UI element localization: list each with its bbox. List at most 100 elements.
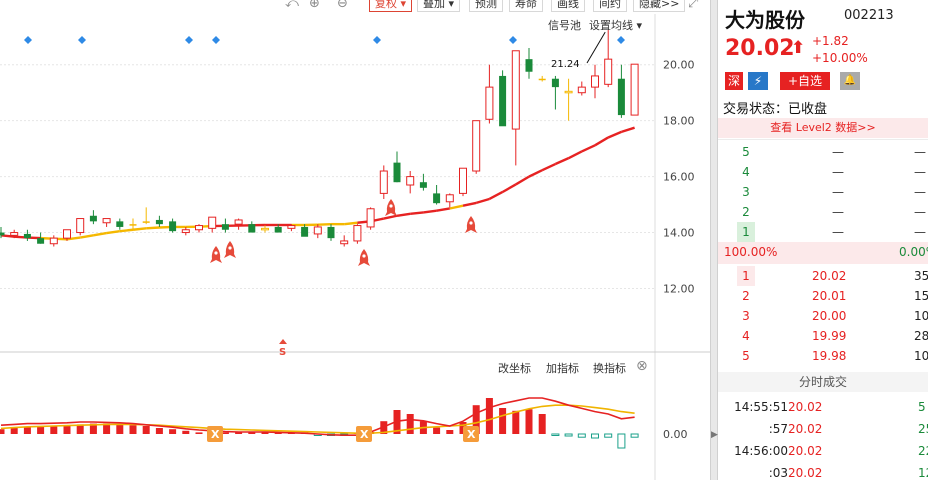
switch-indicator-link[interactable]: 换指标 — [593, 360, 626, 376]
candle-body — [76, 218, 85, 234]
sell-volume: — — [914, 225, 926, 239]
zoom-in-icon[interactable]: ⊕ — [309, 0, 320, 12]
buy-row: 2 20.01 157 — [718, 286, 928, 306]
buy-row: 4 19.99 28 — [718, 326, 928, 346]
sell-row: 1 — — — [718, 222, 928, 242]
ma-line-segment — [79, 234, 94, 239]
add-watchlist-button[interactable]: +自选 — [780, 72, 830, 90]
forecast-button[interactable]: 预测 — [469, 0, 503, 12]
ma-line-segment — [423, 209, 437, 214]
ma-line-segment — [119, 228, 134, 233]
ma-line-segment — [541, 162, 556, 172]
candle-body — [406, 176, 415, 186]
rocket-window — [214, 251, 218, 255]
sell-volume: — — [914, 165, 926, 179]
macd-bar — [617, 433, 626, 449]
candle-body — [155, 219, 163, 225]
kline-chart[interactable]: 20.00 18.00 16.00 14.00 12.00 21.24 S 0.00 X X X — [0, 0, 710, 480]
buy-row: 3 20.00 101 — [718, 306, 928, 326]
macd-bar — [129, 425, 137, 434]
buy-volume: 101 — [914, 309, 928, 323]
candle-body — [577, 86, 586, 94]
lightning-icon[interactable]: ⚡ — [748, 72, 768, 90]
buy-price: 20.00 — [812, 309, 847, 323]
macd-bar — [630, 433, 639, 438]
macd-bar — [525, 409, 533, 434]
sell-level: 5 — [742, 145, 750, 159]
candle-body — [604, 58, 613, 85]
lifespan-button[interactable]: 寿命 — [509, 0, 543, 12]
ma-line-segment — [396, 212, 411, 217]
macd-bar — [63, 426, 71, 434]
market-tag-shenzhen[interactable]: 深 — [725, 72, 743, 90]
candle-body — [116, 221, 124, 227]
buy-price: 19.98 — [812, 349, 847, 363]
buy-level: 4 — [742, 329, 750, 343]
sell-volume: — — [914, 145, 926, 159]
candle-body — [142, 221, 150, 223]
cross-signal-glyph: X — [467, 428, 476, 441]
macd-bar — [564, 433, 573, 437]
y-tick-label: 12.00 — [663, 282, 695, 295]
signal-marker-icon — [509, 36, 517, 44]
candle-body — [551, 78, 559, 88]
macd-bar — [182, 430, 190, 434]
macd-bar — [551, 433, 560, 436]
ma-line-segment — [383, 214, 398, 220]
candle-body — [181, 229, 190, 234]
ma-line-segment — [581, 144, 596, 153]
macd-bar — [23, 426, 31, 434]
close-icon[interactable]: ⊗ — [636, 358, 648, 374]
s-marker-icon: S — [279, 347, 286, 358]
expand-icon[interactable]: ⤢ — [688, 0, 698, 12]
ma-line-segment — [146, 226, 160, 230]
undo-icon[interactable]: ⤺ — [285, 0, 299, 12]
candle-body — [525, 59, 533, 72]
trade-price: 20.02 — [788, 400, 823, 414]
candle-body — [49, 237, 58, 245]
collapse-left-icon[interactable]: ▶ — [711, 430, 718, 440]
candle-body — [499, 75, 507, 127]
sell-price: — — [832, 205, 844, 219]
buy-level: 2 — [742, 289, 750, 303]
ma-setting-link[interactable]: 设置均线 ▾ — [589, 17, 642, 33]
candle-body — [617, 78, 625, 116]
signal-pool-link[interactable]: 信号池 — [548, 17, 581, 33]
macd-bar — [37, 426, 45, 434]
candle-body — [327, 226, 335, 239]
buy-volume: 35899 — [914, 269, 928, 283]
rocket-window — [469, 221, 473, 225]
level2-link[interactable]: 查看 Level2 数据>> — [718, 118, 928, 138]
trade-volume: 22 — [918, 444, 928, 458]
overlay-button[interactable]: 叠加 ▾ — [417, 0, 461, 12]
draw-line-button[interactable]: 画线 — [551, 0, 585, 12]
ma-line-segment — [528, 169, 543, 178]
ma-line-segment — [410, 211, 424, 215]
cross-signal-glyph: X — [360, 428, 369, 441]
y-tick-label: 20.00 — [663, 59, 695, 72]
candle-body — [287, 225, 296, 229]
trades-header[interactable]: 分时成交 — [718, 372, 928, 392]
trade-status: 交易状态：已收盘 — [723, 98, 827, 117]
quote-panel: 大为股份 002213 20.02 ⬆ +1.82 +10.00% 深 ⚡ +自… — [718, 0, 928, 480]
trade-time: :57 — [768, 422, 788, 436]
interval-button[interactable]: 间约 — [593, 0, 627, 12]
candle-body — [102, 218, 111, 224]
add-indicator-link[interactable]: 加指标 — [546, 360, 579, 376]
change-axis-link[interactable]: 改坐标 — [498, 360, 531, 376]
trade-price: 20.02 — [788, 466, 823, 480]
candle-body — [23, 233, 31, 239]
candle-body — [591, 75, 599, 88]
hide-button[interactable]: 隐藏>> — [633, 0, 686, 12]
candle-body — [472, 120, 481, 172]
buy-volume: 157 — [914, 289, 928, 303]
panel-splitter[interactable] — [710, 0, 718, 480]
alert-bell-icon[interactable]: 🔔 — [840, 72, 860, 90]
trade-status-value: 已收盘 — [788, 102, 828, 117]
adjust-button[interactable]: 复权 ▾ — [369, 0, 413, 12]
macd-bar — [10, 427, 18, 434]
ma-line-segment — [607, 130, 622, 139]
zoom-out-icon[interactable]: ⊖ — [337, 0, 348, 12]
candle-body — [340, 240, 349, 245]
ma-line-segment — [449, 204, 464, 210]
